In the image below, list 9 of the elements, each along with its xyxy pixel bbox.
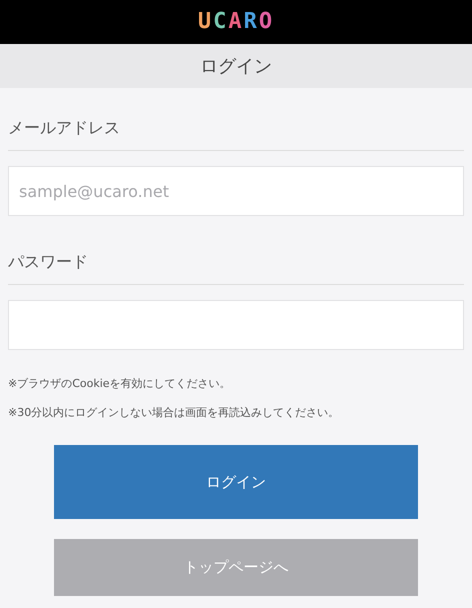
login-button[interactable]: ログイン: [54, 445, 418, 519]
page-title: ログイン: [200, 54, 272, 78]
input-field[interactable]: [8, 300, 464, 350]
logo: U CARO: [198, 11, 274, 33]
input-field[interactable]: sample@ucaro.net: [8, 166, 464, 216]
field-label: パスワード: [8, 250, 464, 285]
field-label: メールアドレス: [8, 116, 464, 151]
note-text: ※30分以内にログインしない場合は画面を再読込みしてください。: [8, 404, 340, 420]
note-text: ※ブラウザのCookieを有効にしてください。: [8, 376, 232, 392]
